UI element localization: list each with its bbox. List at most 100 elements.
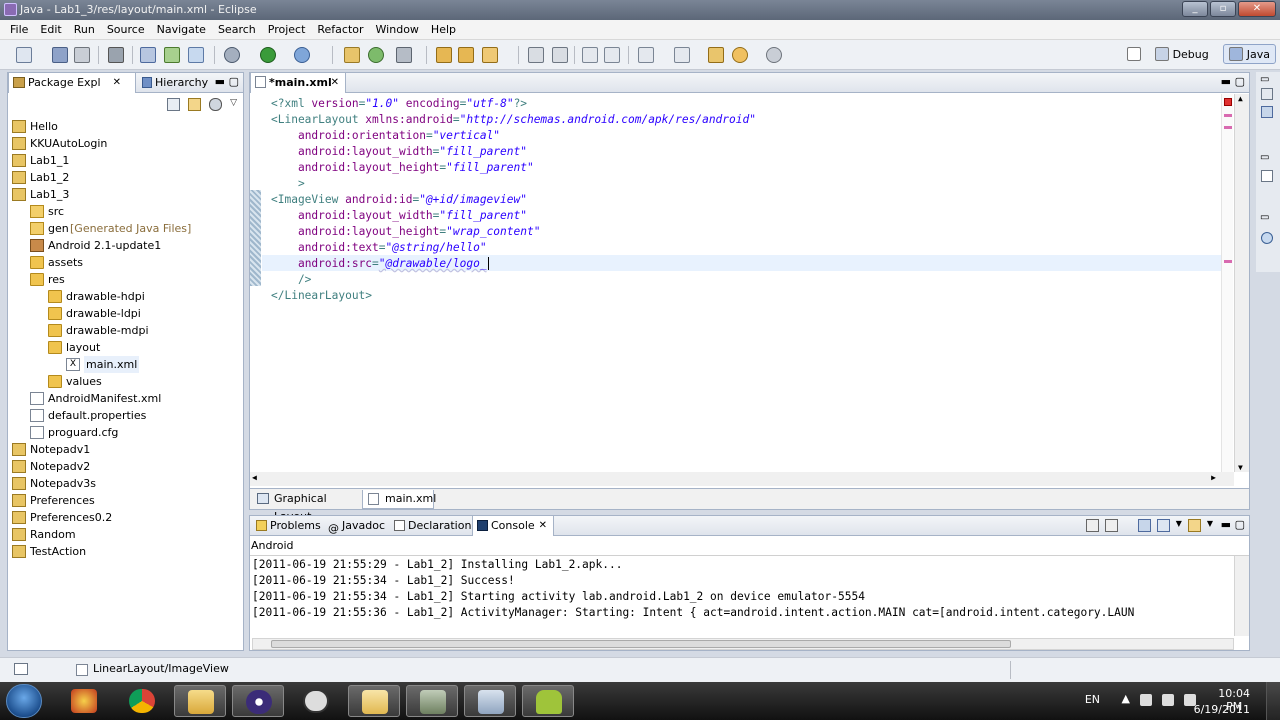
run-icon[interactable] xyxy=(260,47,276,63)
menu-edit[interactable]: Edit xyxy=(34,20,67,40)
tree-item[interactable]: gen [Generated Java Files] xyxy=(8,220,243,237)
code-line[interactable]: <LinearLayout xmlns:android="http://sche… xyxy=(271,112,756,128)
tab-javadoc[interactable]: @ Javadoc xyxy=(324,516,388,536)
menu-run[interactable]: Run xyxy=(68,20,101,40)
avd-manager-icon[interactable] xyxy=(164,47,180,63)
chevron-down-icon[interactable]: ▼ xyxy=(1207,519,1213,532)
tree-item[interactable]: values xyxy=(8,373,243,390)
last-edit-location-icon[interactable] xyxy=(708,47,724,63)
menu-refactor[interactable]: Refactor xyxy=(311,20,369,40)
clock-date[interactable]: 6/19/2011 xyxy=(1194,703,1250,716)
show-desktop-button[interactable] xyxy=(1266,682,1280,720)
file-explorer-icon[interactable] xyxy=(1261,170,1273,182)
build-icon[interactable] xyxy=(108,47,124,63)
scroll-left-icon[interactable]: ◀ xyxy=(252,473,257,482)
tree-item[interactable]: default.properties xyxy=(8,407,243,424)
code-line[interactable]: android:orientation="vertical" xyxy=(271,128,500,144)
maximize-button[interactable]: ▫ xyxy=(1210,1,1236,17)
print-icon[interactable] xyxy=(74,47,90,63)
tree-item[interactable]: Lab1_2 xyxy=(8,169,243,186)
tree-item[interactable]: assets xyxy=(8,254,243,271)
tree-item[interactable]: Preferences0.2 xyxy=(8,509,243,526)
scroll-right-icon[interactable]: ▶ xyxy=(1211,473,1216,482)
tree-item[interactable]: KKUAutoLogin xyxy=(8,135,243,152)
devices-icon[interactable] xyxy=(1261,232,1273,244)
back-icon[interactable] xyxy=(732,47,748,63)
tab-main-xml[interactable]: *main.xml ✕ xyxy=(250,73,346,93)
link-with-editor-icon[interactable] xyxy=(188,98,202,111)
restore-icon[interactable]: ▭ xyxy=(1260,74,1269,85)
scroll-down-icon[interactable]: ▼ xyxy=(1238,463,1243,472)
taskbar-flash-app[interactable] xyxy=(58,685,110,717)
clear-console-icon[interactable] xyxy=(1085,519,1099,532)
tree-item[interactable]: Notepadv2 xyxy=(8,458,243,475)
tree-item[interactable]: res xyxy=(8,271,243,288)
tree-item[interactable]: Notepadv3s xyxy=(8,475,243,492)
minimize-view-icon[interactable]: ▬ xyxy=(1221,518,1231,531)
annotation-mark[interactable] xyxy=(1224,126,1232,129)
java-perspective-button[interactable]: Java xyxy=(1222,44,1276,64)
debug-icon[interactable] xyxy=(224,47,240,63)
open-type-icon[interactable] xyxy=(436,47,452,63)
scroll-lock-icon[interactable] xyxy=(1104,519,1118,532)
taskbar-explorer[interactable] xyxy=(174,685,226,717)
display-console-icon[interactable] xyxy=(1156,519,1170,532)
scroll-up-icon[interactable]: ▲ xyxy=(1238,94,1243,103)
code-text-area[interactable]: <?xml version="1.0" encoding="utf-8"?> <L… xyxy=(250,94,1249,486)
show-whitespace-icon[interactable] xyxy=(582,47,598,63)
menu-project[interactable]: Project xyxy=(262,20,312,40)
task-list-icon[interactable] xyxy=(1261,106,1273,118)
open-task-icon[interactable] xyxy=(458,47,474,63)
close-icon[interactable]: ✕ xyxy=(331,73,339,92)
console-horizontal-scrollbar[interactable] xyxy=(252,638,1234,650)
tree-item[interactable]: Lab1_1 xyxy=(8,152,243,169)
taskbar-app[interactable] xyxy=(406,685,458,717)
network-icon[interactable] xyxy=(1140,694,1152,706)
annotation-mark[interactable] xyxy=(1224,114,1232,117)
tree-item[interactable]: Hello xyxy=(8,118,243,135)
code-line[interactable]: <ImageView android:id="@+id/imageview" xyxy=(271,192,527,208)
toggle-block-selection-icon[interactable] xyxy=(552,47,568,63)
tree-item[interactable]: Preferences xyxy=(8,492,243,509)
start-button[interactable] xyxy=(6,684,42,718)
close-button[interactable]: ✕ xyxy=(1238,1,1276,17)
word-wrap-icon[interactable] xyxy=(604,47,620,63)
horizontal-scrollbar[interactable]: ◀ ▶ xyxy=(250,472,1234,486)
code-line[interactable]: android:layout_height="fill_parent" xyxy=(271,160,534,176)
chevron-down-icon[interactable]: ▽ xyxy=(230,98,237,111)
new-java-project-icon[interactable] xyxy=(344,47,360,63)
next-annotation-icon[interactable] xyxy=(638,47,654,63)
vertical-scrollbar[interactable]: ▲ ▼ xyxy=(1234,94,1249,472)
window-title-bar[interactable]: Java - Lab1_3/res/layout/main.xml - Ecli… xyxy=(0,0,1280,20)
code-line[interactable]: <?xml version="1.0" encoding="utf-8"?> xyxy=(271,96,527,112)
tab-hierarchy[interactable]: Hierarchy xyxy=(138,73,216,93)
code-line[interactable]: android:text="@string/hello" xyxy=(271,240,487,256)
fast-view-icon[interactable] xyxy=(14,663,28,675)
code-line[interactable]: android:src="@drawable/logo_​ xyxy=(271,256,489,272)
scrollbar-thumb[interactable] xyxy=(271,640,1011,648)
tab-console[interactable]: Console ✕ xyxy=(472,516,554,536)
restore-icon[interactable]: ▭ xyxy=(1260,152,1269,163)
annotation-mark[interactable] xyxy=(1224,260,1232,263)
tree-item[interactable]: TestAction xyxy=(8,543,243,560)
tree-item[interactable]: drawable-hdpi xyxy=(8,288,243,305)
tree-item[interactable]: Android 2.1-update1 xyxy=(8,237,243,254)
menu-help[interactable]: Help xyxy=(425,20,462,40)
tab-graphical-layout[interactable]: Graphical Layout xyxy=(252,490,360,523)
console-vertical-scrollbar[interactable] xyxy=(1234,556,1249,636)
tree-item[interactable]: Random xyxy=(8,526,243,543)
maximize-view-icon[interactable]: ▢ xyxy=(1235,518,1245,531)
save-icon[interactable] xyxy=(52,47,68,63)
tree-item[interactable]: AndroidManifest.xml xyxy=(8,390,243,407)
taskbar-app[interactable] xyxy=(290,685,342,717)
new-package-icon[interactable] xyxy=(396,47,412,63)
close-icon[interactable]: ✕ xyxy=(113,73,121,92)
close-icon[interactable]: ✕ xyxy=(539,516,547,535)
code-line[interactable]: </LinearLayout> xyxy=(271,288,372,304)
menu-navigate[interactable]: Navigate xyxy=(151,20,212,40)
language-indicator[interactable]: EN xyxy=(1085,693,1100,706)
taskbar-folder[interactable] xyxy=(348,685,400,717)
tree-item[interactable]: src xyxy=(8,203,243,220)
menu-search[interactable]: Search xyxy=(212,20,262,40)
tree-item[interactable]: layout xyxy=(8,339,243,356)
